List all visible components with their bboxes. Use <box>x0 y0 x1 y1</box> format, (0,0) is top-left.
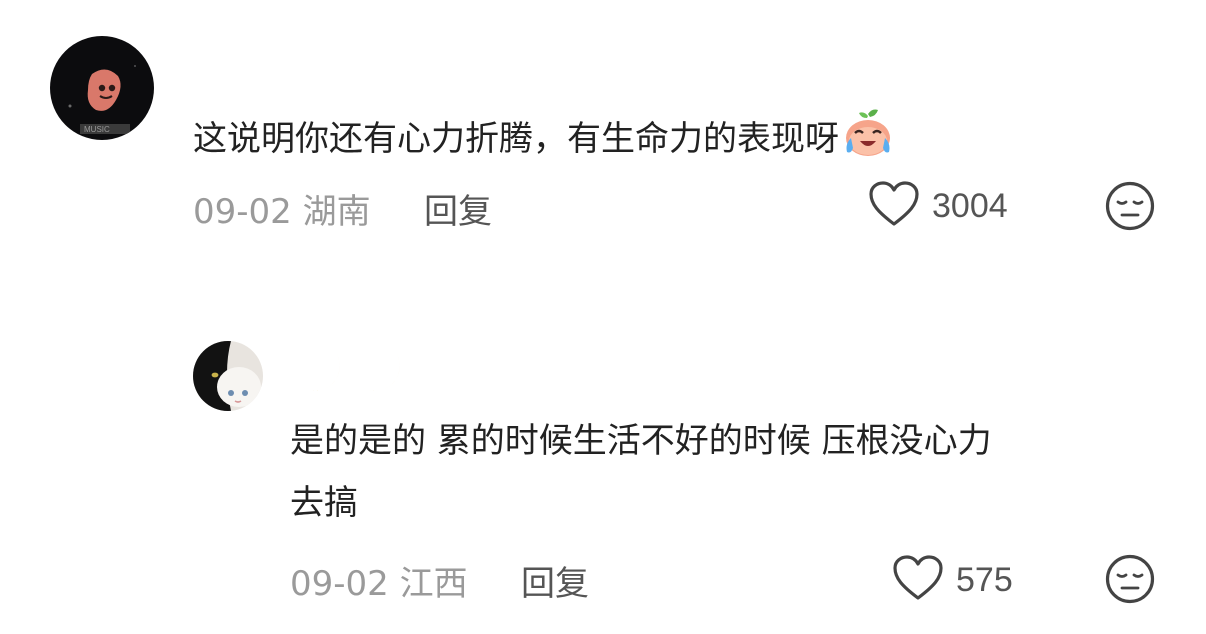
reply-button[interactable]: 回复 <box>521 556 589 605</box>
reply-username[interactable] <box>292 344 406 400</box>
heart-icon <box>892 554 944 606</box>
reply-location: 江西 <box>399 564 468 604</box>
heart-icon <box>868 180 920 232</box>
crying-laughing-peach-emoji <box>841 108 895 178</box>
reply-text: 是的是的 累的时候生活不好的时候 压根没心力 去搞 <box>290 410 992 534</box>
reply-date: 09-02 <box>290 564 389 604</box>
reply-text-line: 是的是的 累的时候生活不好的时候 压根没心力 <box>290 421 992 461</box>
reply-text-line: 去搞 <box>290 483 358 523</box>
like-button[interactable]: 3004 <box>868 180 1008 232</box>
expressionless-face-icon <box>1104 181 1156 236</box>
expressionless-face-icon <box>1104 554 1156 609</box>
comment-date: 09-02 <box>193 192 292 232</box>
comment-body: 这说明你还有心力折腾，有生命力的表现呀 <box>193 119 839 159</box>
like-count: 3004 <box>932 186 1008 225</box>
reply-meta: 09-02 江西 <box>290 556 468 605</box>
commenter-avatar[interactable]: MUSIC <box>50 36 154 140</box>
reply-avatar[interactable] <box>193 341 263 411</box>
reaction-button[interactable] <box>1104 553 1156 609</box>
reply-button[interactable]: 回复 <box>424 184 492 233</box>
reaction-button[interactable] <box>1104 180 1156 236</box>
comment-meta: 09-02 湖南 <box>193 184 371 233</box>
crescent-moon-icon <box>292 344 346 400</box>
comment-location: 湖南 <box>302 192 371 232</box>
comment-thread: MUSIC 这说明你还有心力折腾，有生命力的表现呀 09-02 湖南 回复 30… <box>0 0 1206 634</box>
like-count: 575 <box>956 560 1013 599</box>
like-button[interactable]: 575 <box>892 554 1013 606</box>
svg-text:MUSIC: MUSIC <box>84 125 110 134</box>
crescent-moon-icon <box>352 344 406 400</box>
comment-text: 这说明你还有心力折腾，有生命力的表现呀 <box>193 108 895 178</box>
